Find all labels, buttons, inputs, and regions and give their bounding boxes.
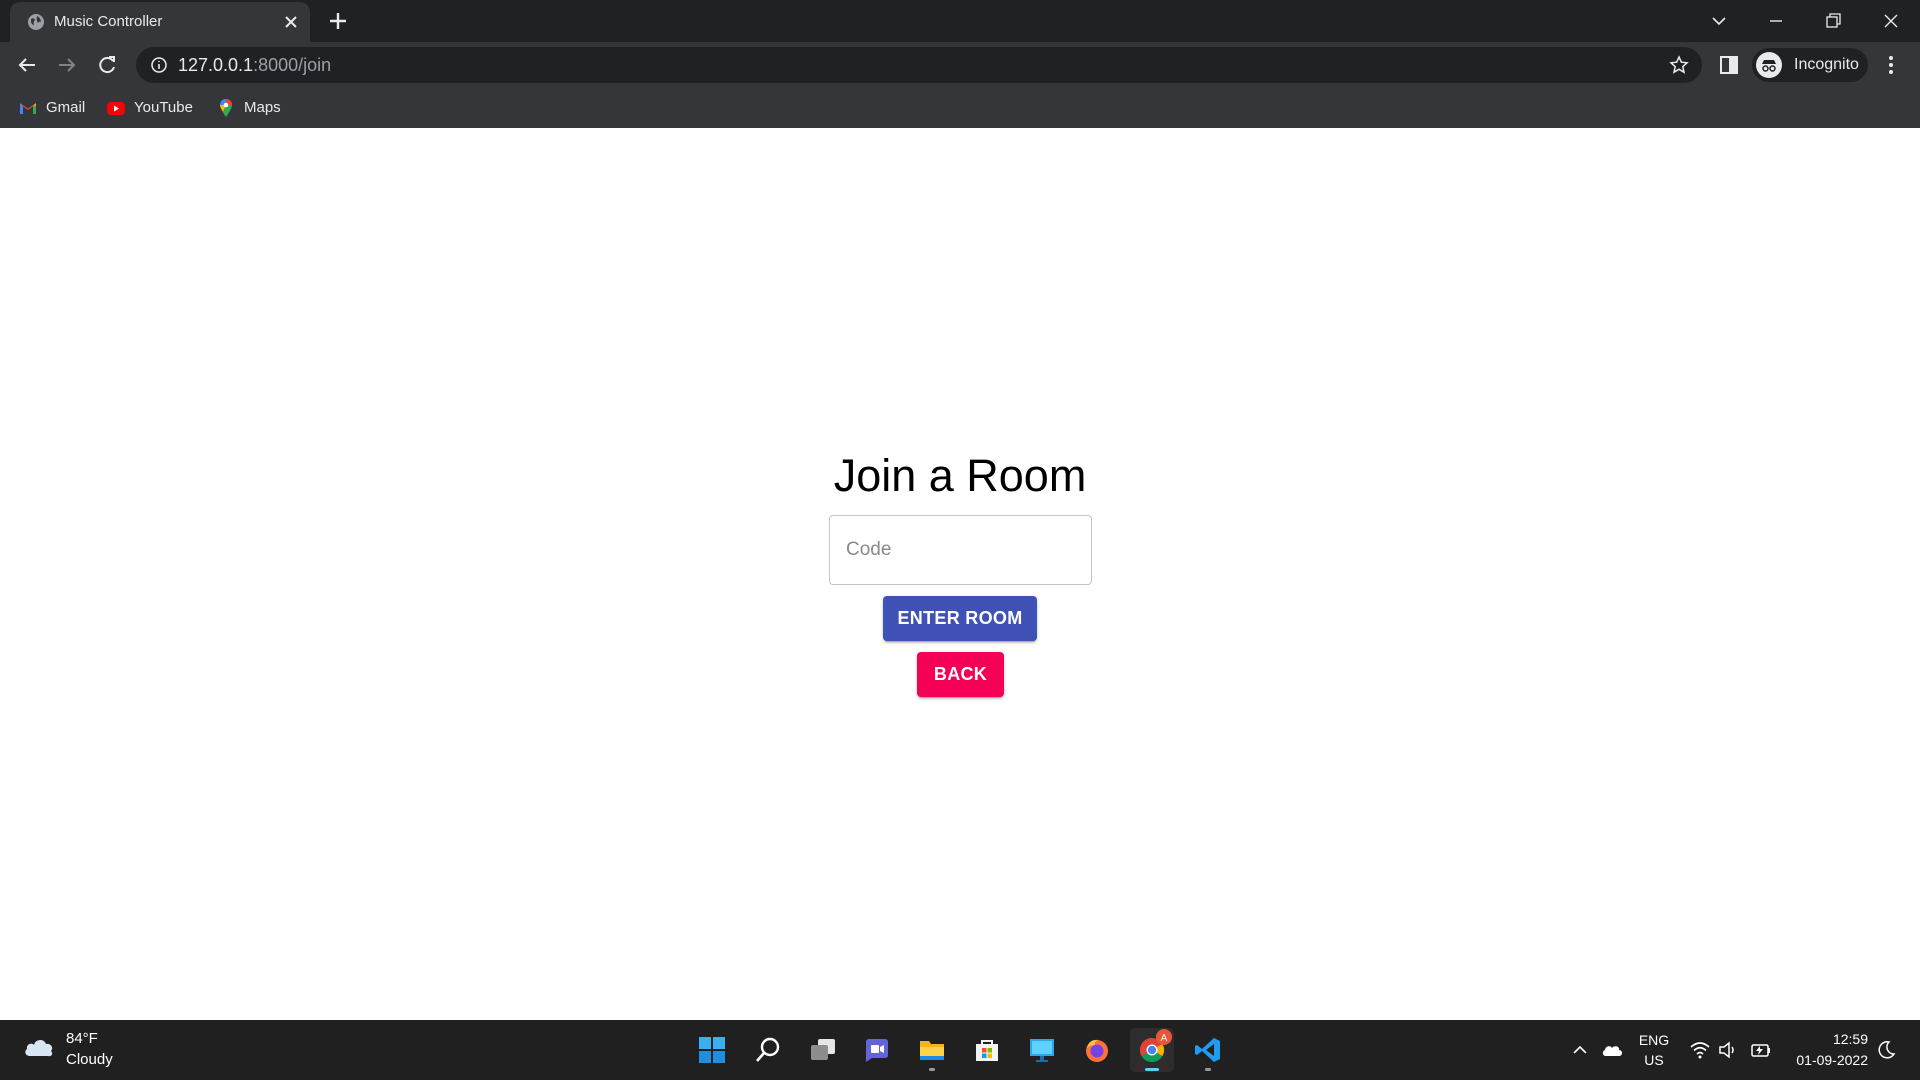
profile-button[interactable]: Incognito bbox=[1752, 48, 1868, 82]
bookmark-label: Gmail bbox=[46, 99, 86, 116]
youtube-icon bbox=[107, 102, 125, 115]
bookmark-youtube[interactable]: YouTube bbox=[106, 96, 196, 120]
search-icon bbox=[756, 1037, 780, 1062]
taskbar-chat[interactable] bbox=[855, 1028, 899, 1072]
clock-date[interactable]: 01-09-2022 bbox=[1780, 1052, 1868, 1068]
language-indicator[interactable]: ENG bbox=[1638, 1032, 1670, 1048]
page-title: Join a Room bbox=[833, 450, 1087, 501]
svg-text:A: A bbox=[1161, 1033, 1168, 1044]
room-code-input[interactable] bbox=[829, 515, 1092, 585]
taskbar-file-explorer[interactable] bbox=[910, 1028, 954, 1072]
firefox-icon bbox=[1086, 1039, 1108, 1062]
maps-icon bbox=[220, 99, 232, 117]
bookmark-label: YouTube bbox=[134, 99, 193, 116]
profile-label: Incognito bbox=[1794, 56, 1859, 73]
url-host: 127.0.0.1 bbox=[178, 55, 254, 75]
close-window-icon[interactable] bbox=[1876, 6, 1906, 36]
address-bar[interactable]: 127.0.0.1:8000/join bbox=[136, 47, 1702, 83]
browser-tab[interactable]: Music Controller bbox=[10, 2, 310, 42]
windows-taskbar: 84°F Cloudy A ENG US 12:59 01-09-2022 bbox=[0, 1020, 1920, 1080]
side-panel-icon[interactable] bbox=[1716, 52, 1742, 78]
volume-icon[interactable] bbox=[1716, 1038, 1740, 1062]
battery-charging-icon[interactable] bbox=[1748, 1038, 1772, 1062]
file-explorer-icon bbox=[920, 1041, 944, 1060]
focus-moon-icon[interactable] bbox=[1874, 1038, 1898, 1062]
url-text: 127.0.0.1:8000/join bbox=[178, 55, 331, 76]
show-hidden-icons-chevron-icon[interactable] bbox=[1568, 1038, 1592, 1062]
browser-toolbar: 127.0.0.1:8000/join Incognito bbox=[0, 42, 1920, 88]
browser-titlebar: Music Controller bbox=[0, 0, 1920, 42]
start-icon bbox=[699, 1037, 725, 1063]
bookmark-gmail[interactable]: Gmail bbox=[18, 96, 90, 120]
close-tab-icon[interactable] bbox=[280, 11, 302, 33]
taskbar-task-view[interactable] bbox=[801, 1028, 845, 1072]
gmail-icon bbox=[20, 103, 36, 114]
task-view-icon bbox=[811, 1039, 835, 1060]
taskbar-store[interactable] bbox=[965, 1028, 1009, 1072]
minimize-icon[interactable] bbox=[1761, 6, 1791, 36]
onedrive-cloud-icon[interactable] bbox=[1600, 1038, 1624, 1062]
weather-temperature: 84°F bbox=[66, 1030, 98, 1047]
vscode-icon bbox=[1195, 1038, 1220, 1062]
wifi-icon[interactable] bbox=[1688, 1038, 1712, 1062]
cloud-icon bbox=[25, 1039, 53, 1057]
bookmark-maps[interactable]: Maps bbox=[216, 96, 286, 120]
running-indicator bbox=[1205, 1068, 1211, 1071]
url-path: :8000/join bbox=[253, 55, 332, 75]
tab-title: Music Controller bbox=[54, 13, 163, 30]
start-button[interactable] bbox=[690, 1028, 734, 1072]
running-indicator bbox=[929, 1068, 935, 1071]
bookmark-star-icon[interactable] bbox=[1668, 54, 1690, 76]
taskbar-remote-desktop[interactable] bbox=[1020, 1028, 1064, 1072]
weather-condition: Cloudy bbox=[66, 1051, 113, 1068]
chat-icon bbox=[866, 1039, 888, 1062]
taskbar-firefox[interactable] bbox=[1075, 1028, 1119, 1072]
language-region: US bbox=[1644, 1052, 1664, 1068]
tab-search-chevron-icon[interactable] bbox=[1704, 6, 1734, 36]
store-icon bbox=[976, 1040, 998, 1061]
bookmark-label: Maps bbox=[244, 99, 281, 116]
reload-icon[interactable] bbox=[92, 50, 122, 80]
site-info-icon[interactable] bbox=[150, 56, 168, 74]
taskbar-vscode[interactable] bbox=[1186, 1028, 1230, 1072]
remote-desktop-icon bbox=[1030, 1039, 1054, 1062]
taskbar-search[interactable] bbox=[746, 1028, 790, 1072]
new-tab-icon[interactable] bbox=[325, 8, 351, 34]
profile-badge: A bbox=[1156, 1029, 1172, 1045]
active-indicator bbox=[1145, 1068, 1159, 1071]
clock-time[interactable]: 12:59 bbox=[1780, 1031, 1868, 1047]
incognito-icon bbox=[1756, 52, 1782, 78]
page-content: Join a Room ENTER ROOM BACK bbox=[0, 128, 1920, 1020]
back-button[interactable]: BACK bbox=[917, 652, 1004, 697]
back-arrow-icon[interactable] bbox=[12, 50, 42, 80]
restore-icon[interactable] bbox=[1818, 6, 1848, 36]
enter-room-button[interactable]: ENTER ROOM bbox=[883, 596, 1037, 641]
taskbar-chrome[interactable]: A bbox=[1130, 1028, 1174, 1072]
forward-arrow-icon[interactable] bbox=[52, 50, 82, 80]
more-menu-icon[interactable] bbox=[1878, 52, 1904, 78]
bookmarks-bar: Gmail YouTube Maps bbox=[0, 88, 1920, 128]
globe-icon bbox=[28, 14, 44, 30]
